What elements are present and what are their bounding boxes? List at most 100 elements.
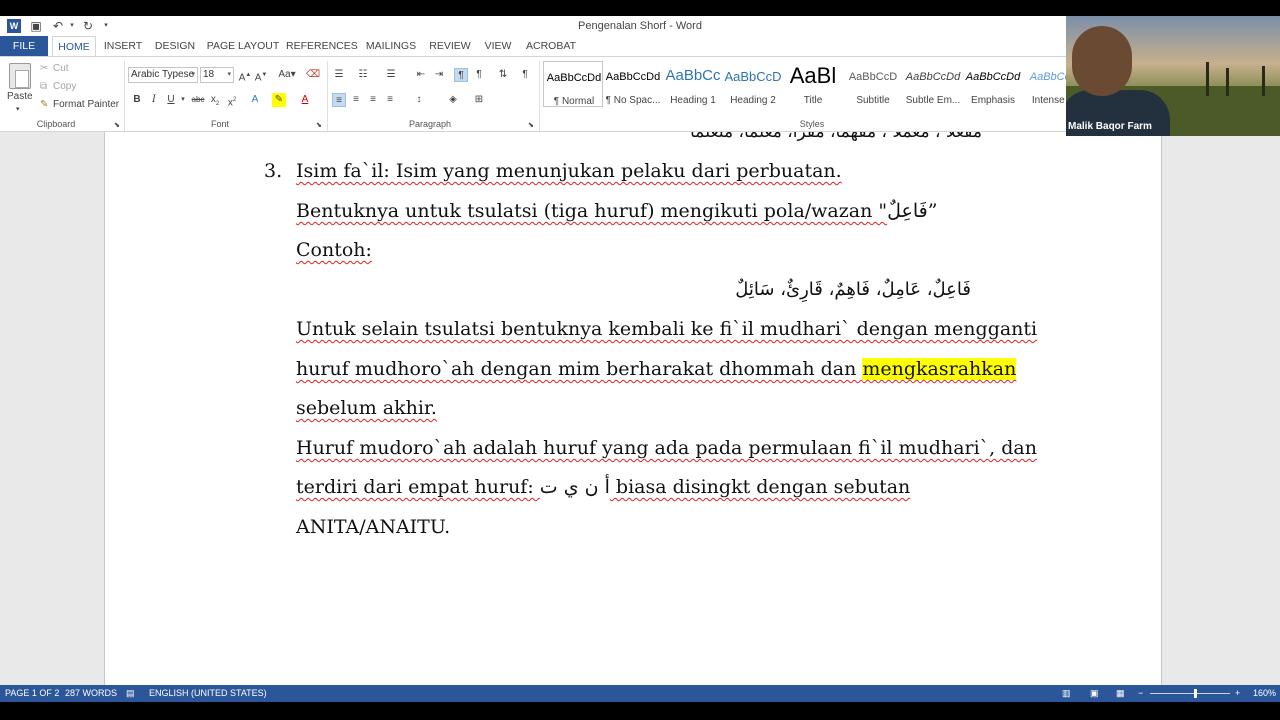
tab-acrobat[interactable]: ACROBAT (522, 36, 580, 56)
format-painter-button[interactable]: Format Painter (53, 99, 119, 110)
partial-arabic-line: مفعلا ، معملا ، مفهما، مقرأ، معلما، متعل… (690, 132, 982, 142)
zoom-in-icon[interactable]: + (1235, 688, 1240, 698)
style-name: Heading 1 (670, 95, 716, 106)
style-title[interactable]: AaBl Title (783, 61, 843, 107)
grow-font-icon[interactable]: A▲ (238, 68, 252, 83)
font-group-label: Font (210, 119, 229, 129)
doc-line-9-text: terdiri dari empat huruf: (296, 476, 540, 498)
show-formatting-marks-icon[interactable]: ¶ (518, 68, 532, 82)
font-color-icon[interactable]: A (298, 93, 312, 107)
bullets-icon[interactable]: ☰ (332, 68, 346, 82)
copy-button[interactable]: Copy (53, 81, 76, 92)
align-left-icon[interactable]: ≡ (332, 93, 346, 107)
print-layout-icon[interactable]: ▣ (1090, 688, 1099, 699)
zoom-slider-thumb[interactable] (1194, 689, 1197, 698)
superscript-icon[interactable]: x2 (225, 93, 239, 108)
group-divider (539, 61, 540, 131)
copy-icon: ⧉ (40, 81, 48, 92)
zoom-level[interactable]: 160% (1253, 688, 1276, 698)
zoom-slider-track[interactable] (1150, 693, 1230, 694)
paste-button[interactable]: Paste (7, 91, 33, 102)
style-sample: AaBbCcDd (605, 71, 661, 83)
tab-review[interactable]: REVIEW (426, 36, 474, 56)
highlight-color-icon[interactable]: ✎ (272, 93, 286, 107)
italic-icon[interactable]: I (147, 93, 161, 107)
tab-view[interactable]: VIEW (480, 36, 516, 56)
tab-file[interactable]: FILE (0, 36, 48, 56)
line-spacing-icon[interactable]: ↕ (412, 93, 426, 107)
style-no-spacing[interactable]: AaBbCcDd ¶ No Spac... (603, 61, 663, 107)
document-page[interactable]: مفعلا ، معملا ، مفهما، مقرأ، معلما، متعل… (104, 132, 1162, 685)
word-count[interactable]: 287 WORDS (65, 688, 117, 698)
doc-line-5: Untuk selain tsulatsi bentuknya kembali … (296, 318, 1038, 340)
tab-page-layout[interactable]: PAGE LAYOUT (206, 36, 280, 56)
person-head (1072, 26, 1132, 96)
proofing-icon[interactable]: ▤ (126, 688, 135, 699)
font-launcher-icon[interactable]: ⬊ (316, 121, 322, 129)
bold-icon[interactable]: B (130, 93, 144, 107)
doc-line-3: Contoh: (296, 239, 372, 261)
doc-line-7: sebelum akhir. (296, 397, 437, 419)
text-effects-icon[interactable]: A (248, 93, 262, 107)
shading-icon[interactable]: ◈ (446, 93, 460, 107)
style-heading-2[interactable]: AaBbCcD Heading 2 (723, 61, 783, 107)
paste-icon[interactable] (9, 63, 31, 89)
tab-home[interactable]: HOME (52, 36, 96, 56)
read-mode-icon[interactable]: ▥ (1062, 688, 1071, 699)
arabic-letters: أ ن ي ت (539, 476, 610, 498)
font-size-combo[interactable]: 18 ▾ (200, 67, 234, 83)
language-indicator[interactable]: ENGLISH (UNITED STATES) (149, 688, 267, 698)
palm-tree (1262, 66, 1265, 96)
status-bar: PAGE 1 OF 2 287 WORDS ▤ ENGLISH (UNITED … (0, 685, 1280, 702)
web-layout-icon[interactable]: ▦ (1116, 688, 1125, 699)
align-right-icon[interactable]: ≡ (366, 93, 380, 107)
subscript-icon[interactable]: x2 (208, 93, 222, 107)
style-sample: AaBbCcD (724, 69, 782, 84)
font-name-combo[interactable]: Arabic Typese ▾ (128, 67, 198, 83)
style-heading-1[interactable]: AaBbCc Heading 1 (663, 61, 723, 107)
style-sample: AaBl (789, 63, 837, 88)
cut-icon: ✂ (40, 63, 49, 74)
justify-icon[interactable]: ≡ (383, 93, 397, 107)
tab-mailings[interactable]: MAILINGS (362, 36, 420, 56)
paragraph-launcher-icon[interactable]: ⬊ (528, 121, 534, 129)
style-subtle-emphasis[interactable]: AaBbCcDd Subtle Em... (903, 61, 963, 107)
align-center-icon[interactable]: ≡ (349, 93, 363, 107)
clipboard-group-label: Clipboard (36, 119, 76, 129)
chevron-down-icon: ▾ (227, 71, 231, 78)
palm-tree (1226, 68, 1229, 96)
change-case-icon[interactable]: Aa▾ (276, 68, 298, 82)
multilevel-list-icon[interactable]: ☰ (384, 68, 398, 82)
borders-icon[interactable]: ⊞ (472, 93, 486, 107)
zoom-out-icon[interactable]: − (1138, 688, 1143, 698)
increase-indent-icon[interactable]: ⇥ (432, 68, 446, 82)
style-normal[interactable]: AaBbCcDd ¶ Normal (543, 61, 603, 107)
highlighted-word: mengkasrahkan (862, 358, 1017, 380)
shrink-font-icon[interactable]: A▼ (254, 68, 268, 83)
participant-name: Malik Baqor Farm (1068, 121, 1152, 132)
decrease-indent-icon[interactable]: ⇤ (414, 68, 428, 82)
strikethrough-icon[interactable]: abc (190, 93, 206, 107)
rtl-direction-icon[interactable]: ¶ (472, 68, 486, 82)
tab-insert[interactable]: INSERT (100, 36, 146, 56)
ltr-direction-icon[interactable]: ¶ (454, 68, 468, 82)
document-canvas[interactable]: مفعلا ، معملا ، مفهما، مقرأ، معلما، متعل… (0, 132, 1280, 685)
sort-icon[interactable]: ⇅ (496, 68, 510, 82)
style-emphasis[interactable]: AaBbCcDd Emphasis (963, 61, 1023, 107)
style-subtitle[interactable]: AaBbCcD Subtitle (843, 61, 903, 107)
styles-group-label: Styles (799, 119, 825, 129)
closing-quote: ” (927, 200, 938, 222)
format-painter-icon: ✎ (40, 99, 49, 110)
clipboard-launcher-icon[interactable]: ⬊ (114, 121, 120, 129)
cut-button[interactable]: Cut (53, 63, 69, 74)
page-indicator[interactable]: PAGE 1 OF 2 (5, 688, 59, 698)
underline-dropdown-icon[interactable]: ▾ (176, 93, 190, 107)
tab-references[interactable]: REFERENCES (286, 36, 358, 56)
doc-line-2: Bentuknya untuk tsulatsi (tiga huruf) me… (296, 200, 937, 222)
tab-design[interactable]: DESIGN (152, 36, 198, 56)
webcam-overlay: Malik Baqor Farm (1066, 16, 1280, 136)
clear-formatting-icon[interactable]: ⌫ (306, 68, 320, 82)
style-intense-emphasis[interactable]: AaBbCcL Intense E (1023, 61, 1067, 107)
numbering-icon[interactable]: ☷ (356, 68, 370, 82)
paste-dropdown-icon[interactable]: ▾ (16, 105, 20, 113)
